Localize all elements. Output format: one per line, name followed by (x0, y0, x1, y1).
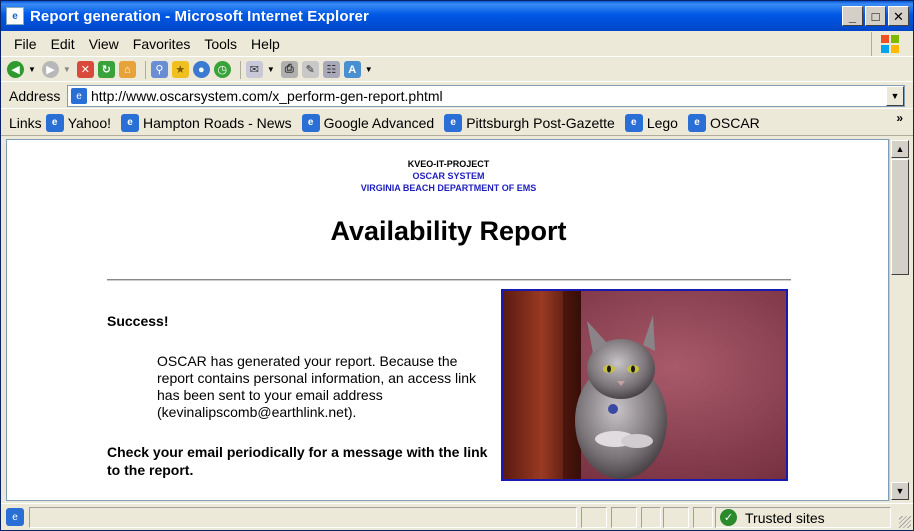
mail-dropdown-icon[interactable]: ▼ (267, 65, 275, 74)
toolbar-separator (239, 60, 241, 79)
favorites-icon[interactable]: ★ (171, 61, 189, 78)
status-cell (663, 507, 689, 528)
minimize-button[interactable]: _ (842, 6, 863, 26)
scroll-up-icon[interactable]: ▲ (891, 140, 909, 158)
address-input[interactable] (91, 88, 886, 104)
mail-icon[interactable]: ✉ (245, 61, 263, 78)
link-google-advanced[interactable]: e Google Advanced (301, 113, 435, 132)
address-dropdown-icon[interactable]: ▼ (886, 86, 904, 106)
close-button[interactable]: ✕ (888, 6, 909, 26)
window-controls: _ □ ✕ (842, 6, 909, 26)
toolbar-separator (144, 60, 146, 79)
refresh-icon[interactable]: ↻ (97, 61, 115, 78)
trusted-sites-check-icon: ✓ (720, 509, 737, 526)
link-lego[interactable]: e Lego (624, 113, 678, 132)
ie-link-icon: e (301, 113, 320, 132)
stop-icon[interactable]: ✕ (76, 61, 94, 78)
history-icon[interactable]: ◷ (213, 61, 231, 78)
security-zone-label: Trusted sites (745, 509, 825, 526)
messenger-dropdown-icon[interactable]: ▼ (365, 65, 373, 74)
horizontal-rule (107, 279, 791, 281)
report-message: OSCAR has generated your report. Because… (157, 353, 477, 420)
cat-photo-image (503, 291, 786, 479)
link-pittsburgh-post-gazette[interactable]: e Pittsburgh Post-Gazette (444, 113, 615, 132)
print-icon[interactable]: ⎙ (280, 61, 298, 78)
back-dropdown-icon[interactable]: ▼ (28, 65, 36, 74)
scroll-down-icon[interactable]: ▼ (891, 482, 909, 500)
browser-window: e Report generation - Microsoft Internet… (0, 0, 914, 531)
status-cell (611, 507, 637, 528)
link-oscar[interactable]: e OSCAR (687, 113, 760, 132)
menu-view[interactable]: View (82, 36, 126, 52)
home-icon[interactable]: ⌂ (118, 61, 136, 78)
address-label: Address (9, 87, 61, 104)
page-title: Availability Report (330, 216, 567, 246)
link-label: Pittsburgh Post-Gazette (466, 114, 615, 131)
scroll-thumb[interactable] (891, 159, 909, 275)
status-cell (641, 507, 661, 528)
status-cell (581, 507, 607, 528)
ie-link-icon: e (624, 113, 643, 132)
link-yahoo[interactable]: e Yahoo! (45, 113, 112, 132)
header-department: VIRGINIA BEACH DEPARTMENT OF EMS (360, 183, 537, 193)
standard-toolbar: ◀ ▼ ▶ ▼ ✕ ↻ ⌂ ⚲ ★ ● ◷ ✉ ▼ ⎙ ✎ ☷ A ▼ (1, 58, 913, 82)
status-text-cell (29, 507, 577, 528)
address-bar: Address e ▼ (1, 83, 913, 109)
links-label: Links (9, 114, 42, 131)
header-project: KVEO-IT-PROJECT (407, 159, 490, 169)
links-bar: Links e Yahoo! e Hampton Roads - News e … (1, 110, 913, 136)
menu-tools[interactable]: Tools (197, 36, 244, 52)
success-heading: Success! (107, 313, 169, 329)
ie-link-icon: e (45, 113, 64, 132)
address-box[interactable]: e ▼ (67, 85, 905, 107)
link-label: Google Advanced (323, 114, 435, 131)
search-icon[interactable]: ⚲ (150, 61, 168, 78)
ie-link-icon: e (121, 113, 140, 132)
link-label: Hampton Roads - News (143, 114, 292, 131)
ie-link-icon: e (687, 113, 706, 132)
resize-grip[interactable] (899, 516, 911, 528)
link-label: Yahoo! (67, 114, 112, 131)
title-bar[interactable]: e Report generation - Microsoft Internet… (1, 1, 913, 31)
link-label: Lego (646, 114, 678, 131)
windows-logo-icon (871, 32, 907, 56)
security-zone: ✓ Trusted sites (717, 507, 877, 528)
menu-help[interactable]: Help (244, 36, 287, 52)
forward-dropdown-icon[interactable]: ▼ (63, 65, 71, 74)
edit-icon[interactable]: ✎ (301, 61, 319, 78)
menu-bar: File Edit View Favorites Tools Help (1, 31, 913, 57)
menu-edit[interactable]: Edit (44, 36, 82, 52)
ie-page-icon: e (71, 88, 87, 104)
page-content: KVEO-IT-PROJECT OSCAR SYSTEM VIRGINIA BE… (6, 139, 889, 501)
more-links-chevron-icon[interactable]: » (896, 111, 903, 125)
link-hampton-roads-news[interactable]: e Hampton Roads - News (121, 113, 292, 132)
email-instructions: Check your email periodically for a mess… (107, 444, 488, 478)
ie-link-icon: e (444, 113, 463, 132)
vertical-scrollbar[interactable]: ▲ ▼ (889, 139, 909, 501)
back-icon[interactable]: ◀ (7, 61, 24, 78)
status-bar: e ✓ Trusted sites (1, 503, 913, 530)
media-icon[interactable]: ● (192, 61, 210, 78)
maximize-button[interactable]: □ (865, 6, 886, 26)
menu-favorites[interactable]: Favorites (126, 36, 198, 52)
forward-icon[interactable]: ▶ (41, 61, 59, 78)
status-cell (693, 507, 713, 528)
link-label: OSCAR (709, 114, 760, 131)
menu-file[interactable]: File (7, 36, 44, 52)
page-status-icon: e (6, 508, 24, 526)
ie-page-icon: e (6, 7, 24, 25)
cat-photo (501, 289, 788, 481)
window-title: Report generation - Microsoft Internet E… (30, 7, 369, 25)
discuss-icon[interactable]: ☷ (322, 61, 340, 78)
messenger-icon[interactable]: A (343, 61, 361, 78)
header-system: OSCAR SYSTEM (412, 171, 485, 181)
